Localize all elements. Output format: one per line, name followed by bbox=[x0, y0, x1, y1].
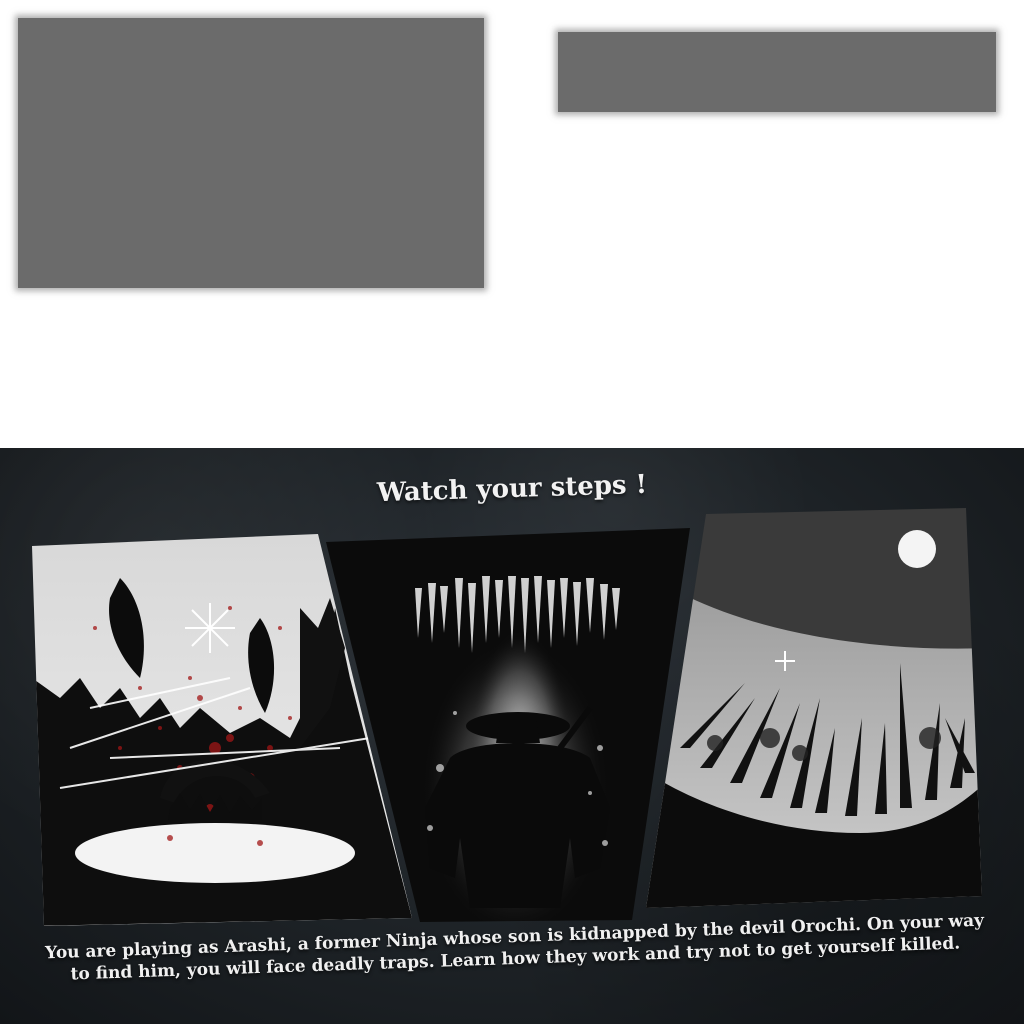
image-placeholder-right bbox=[558, 32, 996, 112]
tutorial-screen: Watch your steps ! You are playing as Ar… bbox=[0, 448, 1024, 1024]
image-placeholder-left bbox=[18, 18, 484, 288]
moon-icon bbox=[898, 530, 936, 568]
sparkle-icon bbox=[185, 603, 235, 653]
spike-pit-panel bbox=[646, 508, 982, 908]
